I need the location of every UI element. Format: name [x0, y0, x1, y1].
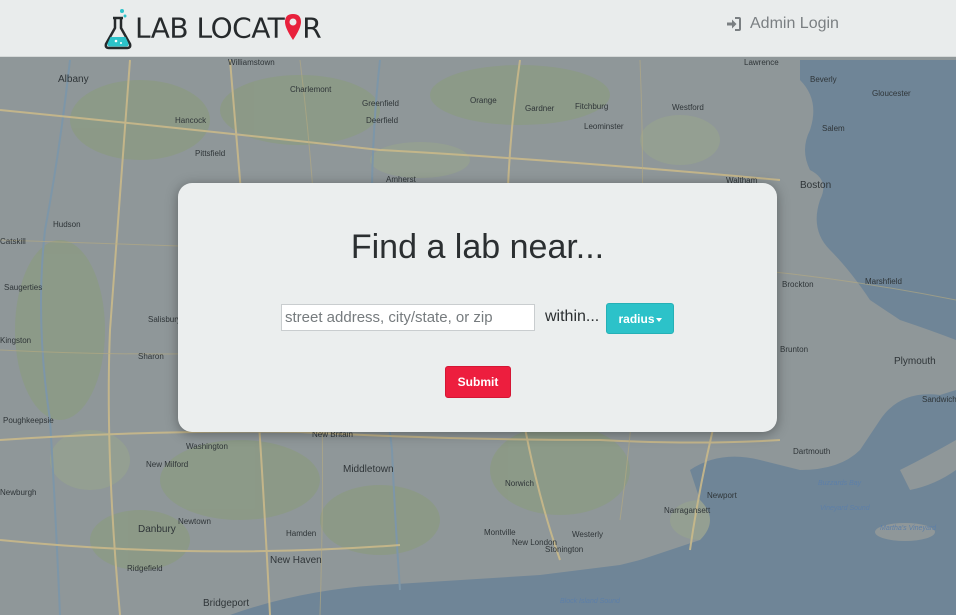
- map-place-label: Saugerties: [4, 283, 43, 292]
- map-pin-icon: [283, 13, 303, 46]
- map-place-label: Danbury: [138, 524, 176, 535]
- map-place-label: Buzzards Bay: [818, 480, 862, 487]
- map-place-label: Fitchburg: [575, 102, 609, 111]
- map-place-label: Gardner: [525, 104, 555, 113]
- map-place-label: Newtown: [178, 517, 211, 526]
- map-place-label: Beverly: [810, 75, 837, 84]
- map-place-label: Newburgh: [0, 488, 37, 497]
- map-place-label: Newport: [707, 491, 737, 500]
- map-place-label: Lawrence: [744, 58, 779, 67]
- search-title: Find a lab near...: [350, 228, 605, 266]
- map-place-label: Deerfield: [366, 116, 399, 125]
- map-place-label: Westford: [672, 103, 704, 112]
- search-panel: Find a lab near... within... radius Subm…: [178, 183, 777, 432]
- map-place-label: Stonington: [545, 545, 584, 554]
- sign-in-icon: [726, 17, 741, 31]
- map-place-label: New Haven: [270, 555, 322, 566]
- map-place-label: Leominster: [584, 122, 624, 131]
- brand-logo[interactable]: LAB LOCAT R: [103, 7, 322, 51]
- brand-name: LAB LOCAT R: [135, 11, 322, 46]
- map-place-label: Sharon: [138, 352, 164, 361]
- map-place-label: Marshfield: [865, 277, 902, 286]
- map-place-label: Charlemont: [290, 85, 332, 94]
- submit-button[interactable]: Submit: [445, 366, 511, 398]
- map-place-label: Salem: [822, 124, 845, 133]
- map-place-label: Kingston: [0, 336, 32, 345]
- map-place-label: Martha's Vineyard: [880, 525, 937, 532]
- map-place-label: New Milford: [146, 460, 189, 469]
- map-place-label: Williamstown: [228, 58, 275, 67]
- map-place-label: Norwich: [505, 479, 534, 488]
- map-place-label: Orange: [470, 96, 497, 105]
- navbar: LAB LOCAT R Admin Login: [0, 0, 956, 57]
- radius-dropdown-button[interactable]: radius: [606, 303, 674, 334]
- map-place-label: Brunton: [780, 345, 809, 354]
- admin-login-label: Admin Login: [750, 15, 839, 32]
- map-place-label: Washington: [186, 442, 228, 451]
- map-place-label: Albany: [58, 74, 89, 85]
- radius-label: radius: [618, 311, 655, 326]
- map-place-label: Westerly: [572, 530, 603, 539]
- admin-login-link[interactable]: Admin Login: [726, 13, 839, 35]
- map-place-label: Salisbury: [148, 315, 181, 324]
- map-place-label: Catskill: [0, 237, 26, 246]
- map-place-label: Ridgefield: [127, 564, 163, 573]
- map-place-label: Dartmouth: [793, 447, 831, 456]
- address-input[interactable]: [281, 304, 535, 331]
- map-place-label: Boston: [800, 180, 832, 191]
- map-place-label: Poughkeepsie: [3, 416, 54, 425]
- map-place-label: Narragansett: [664, 506, 711, 515]
- map-place-label: Block Island Sound: [560, 598, 620, 605]
- map-place-label: Bridgeport: [203, 598, 250, 609]
- within-label: within...: [545, 308, 600, 325]
- submit-label: Submit: [457, 375, 499, 389]
- flask-icon: [103, 8, 133, 50]
- map-place-label: Brockton: [782, 280, 814, 289]
- map-place-label: Pittsfield: [195, 149, 226, 158]
- map-place-label: Gloucester: [872, 89, 911, 98]
- map-place-label: Hudson: [53, 220, 81, 229]
- map-place-label: Hamden: [286, 529, 317, 538]
- caret-down-icon: [655, 317, 662, 322]
- map-place-label: Plymouth: [894, 356, 936, 367]
- map-place-label: Vineyard Sound: [820, 505, 870, 512]
- map-place-label: Montville: [484, 528, 516, 537]
- map-place-label: Middletown: [343, 464, 394, 475]
- map-place-label: Sandwich: [922, 395, 956, 404]
- map-place-label: Hancock: [175, 116, 207, 125]
- map-place-label: Greenfield: [362, 99, 399, 108]
